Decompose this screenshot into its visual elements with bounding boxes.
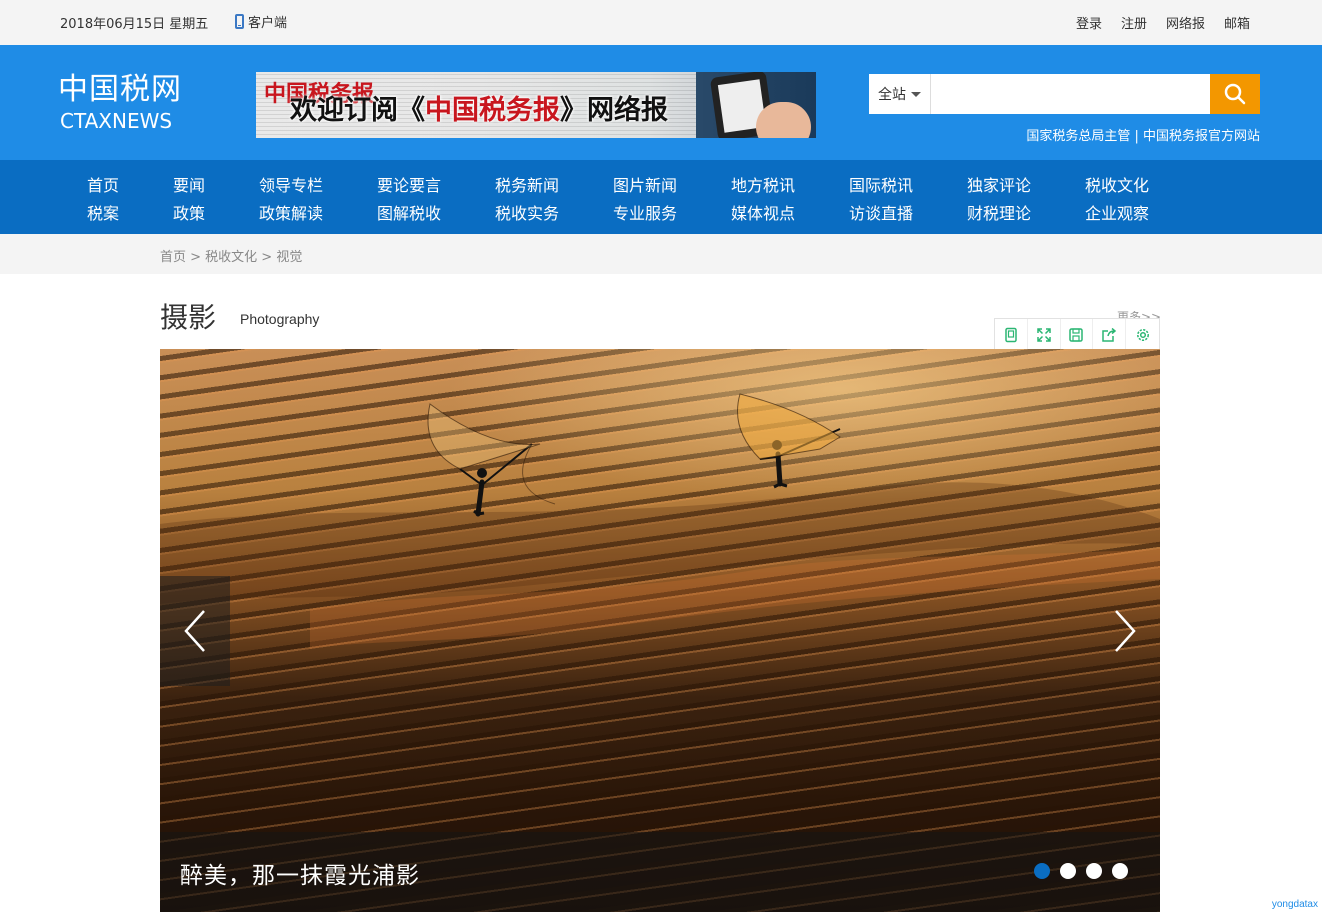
nav-column: 要论要言 图解税收: [377, 172, 441, 228]
search-box: 全站: [869, 74, 1260, 114]
banner-text-a: 欢迎订阅《: [290, 95, 425, 126]
client-link[interactable]: 客户端: [235, 12, 287, 31]
nav-column: 独家评论 财税理论: [967, 172, 1031, 228]
register-link[interactable]: 注册: [1121, 13, 1147, 32]
nav-item[interactable]: 税案: [87, 200, 119, 228]
search-input[interactable]: [931, 74, 1210, 114]
nav-column: 国际税讯 访谈直播: [849, 172, 913, 228]
chevron-left-icon: [184, 610, 205, 652]
nav-item[interactable]: 政策: [173, 200, 205, 228]
nav-item[interactable]: 独家评论: [967, 172, 1031, 200]
nav-item[interactable]: 企业观察: [1085, 200, 1149, 228]
nav-item[interactable]: 要论要言: [377, 172, 441, 200]
nav-column: 领导专栏 政策解读: [259, 172, 323, 228]
mail-link[interactable]: 邮箱: [1224, 13, 1250, 32]
chevron-right-icon: [1115, 610, 1136, 652]
site-logo[interactable]: 中国税网 CTAXNEWS: [58, 72, 182, 134]
main-nav: 首页 税案 要闻 政策 领导专栏 政策解读 要论要言 图解税收 税务新闻 税收实…: [0, 160, 1322, 234]
nav-item[interactable]: 地方税讯: [731, 172, 795, 200]
section-title: 摄影: [160, 301, 217, 334]
hand-graphic: [756, 102, 811, 138]
slide-dot[interactable]: [1086, 863, 1102, 879]
chevron-down-icon: [911, 91, 921, 97]
logo-en: CTAXNEWS: [60, 109, 173, 133]
save-button[interactable]: [1061, 319, 1094, 350]
account-links: 登录 注册 网络报 邮箱: [1076, 13, 1250, 32]
search-button[interactable]: [1210, 74, 1260, 114]
banner-text-b: 中国税务报: [425, 95, 560, 126]
nav-item[interactable]: 政策解读: [259, 200, 323, 228]
prev-slide-button[interactable]: [160, 576, 230, 686]
nav-item[interactable]: 图片新闻: [613, 172, 677, 200]
nav-column: 地方税讯 媒体视点: [731, 172, 795, 228]
fullscreen-icon: [1036, 327, 1051, 342]
nav-item[interactable]: 税收实务: [495, 200, 559, 228]
nav-item[interactable]: 专业服务: [613, 200, 677, 228]
photo-slider[interactable]: 醉美，那一抹霞光浦影: [160, 349, 1160, 912]
nav-column: 首页 税案: [87, 172, 119, 228]
nav-item[interactable]: 媒体视点: [731, 200, 795, 228]
slide-photo: [160, 393, 1160, 649]
nav-column: 图片新闻 专业服务: [613, 172, 677, 228]
slide-dot[interactable]: [1112, 863, 1128, 879]
slide-indicators: [1034, 863, 1128, 879]
banner-text-c: 》网络报: [560, 95, 668, 126]
next-slide-button[interactable]: [1090, 576, 1160, 686]
slide-caption-bar: 醉美，那一抹霞光浦影: [160, 832, 1160, 912]
nav-item[interactable]: 要闻: [173, 172, 205, 200]
section-subtitle: Photography: [240, 311, 320, 327]
site-header: 中国税网 CTAXNEWS 中国税务报 欢迎订阅《中国税务报》网络报 全站 国家…: [0, 45, 1322, 160]
nav-column: 要闻 政策: [173, 172, 205, 228]
site-slogan: 国家税务总局主管 | 中国税务报官方网站: [1026, 129, 1260, 144]
search-icon: [1224, 83, 1246, 105]
reader-toolbar: [994, 318, 1160, 351]
settings-icon: [1136, 328, 1149, 341]
save-icon: [1069, 327, 1084, 342]
e-paper-link[interactable]: 网络报: [1166, 13, 1205, 32]
login-link[interactable]: 登录: [1076, 13, 1102, 32]
settings-button[interactable]: [1126, 319, 1159, 350]
nav-column: 税务新闻 税收实务: [495, 172, 559, 228]
fisherman-left: [427, 403, 556, 517]
share-button[interactable]: [1093, 319, 1127, 350]
nav-item[interactable]: 首页: [87, 172, 119, 200]
nav-item[interactable]: 财税理论: [967, 200, 1031, 228]
nav-item[interactable]: 税务新闻: [495, 172, 559, 200]
subscribe-banner[interactable]: 中国税务报 欢迎订阅《中国税务报》网络报: [256, 72, 816, 138]
client-label: 客户端: [248, 16, 288, 31]
nav-item[interactable]: 国际税讯: [849, 172, 913, 200]
nav-item[interactable]: 图解税收: [377, 200, 441, 228]
reader-icon: [1005, 327, 1017, 342]
nav-item[interactable]: 领导专栏: [259, 172, 323, 200]
slide-dot[interactable]: [1034, 863, 1050, 879]
reader-button[interactable]: [995, 319, 1028, 350]
top-bar: 2018年06月15日 星期五 客户端 登录 注册 网络报 邮箱: [0, 0, 1322, 45]
fullscreen-button[interactable]: [1028, 319, 1061, 350]
breadcrumb-bar: 首页 > 税收文化 > 视觉: [0, 234, 1322, 274]
slide-caption[interactable]: 醉美，那一抹霞光浦影: [180, 856, 420, 890]
watermark: yongdatax: [1271, 899, 1318, 910]
nav-item[interactable]: 访谈直播: [849, 200, 913, 228]
breadcrumb[interactable]: 首页 > 税收文化 > 视觉: [160, 246, 302, 265]
nav-column: 税收文化 企业观察: [1085, 172, 1149, 228]
current-date: 2018年06月15日 星期五: [60, 17, 209, 32]
fisherman-right: [737, 393, 841, 489]
nav-item[interactable]: 税收文化: [1085, 172, 1149, 200]
phone-icon: [235, 14, 244, 29]
banner-text: 欢迎订阅《中国税务报》网络报: [290, 88, 668, 127]
share-icon: [1102, 327, 1117, 342]
search-scope-value: 全站: [878, 87, 906, 103]
search-scope-select[interactable]: 全站: [869, 74, 931, 114]
logo-cn: 中国税网: [58, 72, 182, 107]
slide-dot[interactable]: [1060, 863, 1076, 879]
